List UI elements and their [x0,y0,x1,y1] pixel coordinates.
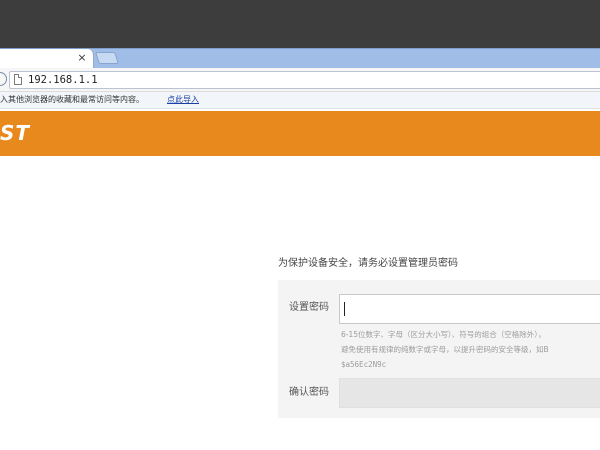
setup-prompt: 为保护设备安全，请务必设置管理员密码 [278,258,458,269]
confirm-password-label: 确认密码 [289,387,329,398]
screen-top-bezel [0,0,600,50]
new-tab-button[interactable] [95,52,119,64]
brand-logo: ST [0,121,31,145]
url-field[interactable] [9,71,600,89]
text-caret [344,302,345,316]
password-hint-line-1: 6-15位数字、字母（区分大小写）、符号的组合（空格除外）， [341,330,546,339]
password-label: 设置密码 [289,302,329,313]
page-icon [14,74,22,85]
import-link[interactable]: 点此导入 [167,94,199,106]
password-hint-line-2: 避免使用有规律的纯数字或字母，以提升密码的安全等级，如B [341,345,549,354]
password-hint-example: $a56Ec2N9c [341,360,387,369]
tab-close-icon[interactable]: × [76,51,88,65]
import-infobar-text: 入其他浏览器的收藏和最常访问等内容。 [0,95,144,104]
password-field[interactable] [339,294,600,324]
confirm-password-field[interactable] [339,378,600,408]
router-header-bar [0,111,600,156]
url-text[interactable]: 192.168.1.1 [28,73,98,87]
